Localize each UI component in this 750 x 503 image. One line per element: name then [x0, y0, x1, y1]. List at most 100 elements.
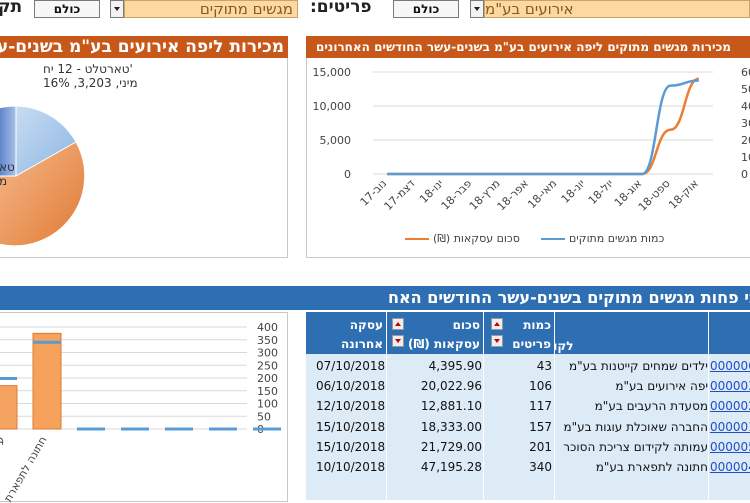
customer-code-link[interactable]: 000001: [710, 417, 750, 437]
x-tick: דצמ-17: [382, 177, 418, 213]
line-chart: 05,00010,00015,0000102030405060נוב-17דצמ…: [313, 66, 750, 214]
filter-bar: תק כולם מגשים מתוקים פריטים: כולם אירועי…: [0, 0, 750, 22]
x-tick: אוק-18: [666, 177, 701, 212]
legend-qty-swatch: [541, 237, 565, 240]
customer-name: ילדים שמחים קייטנות בע"מ: [568, 359, 708, 373]
y-tick: 300: [257, 347, 278, 360]
bar-qty-marker: [165, 427, 193, 431]
pie-chart-panel: טארטלט - 12 יח' מיני, 3,203, 16% טא מ: [0, 58, 288, 258]
col-sep: [708, 312, 709, 500]
y-tick: 200: [257, 372, 278, 385]
y-left-tick: 0: [344, 168, 351, 181]
last-deal-date: 06/10/2018: [316, 379, 386, 394]
customer-dropdown-button[interactable]: [470, 0, 484, 18]
x-tick: מאי-18: [525, 177, 559, 211]
customer-name: מסעדת הרעבים בע"מ: [594, 399, 708, 414]
x-tick: חתונה לתפארת: [2, 434, 50, 503]
y-right-tick: 50: [741, 83, 750, 96]
customer-name: החברה שאוכלת עוגות בע"מ: [563, 419, 708, 434]
sort-down-icon: [494, 339, 500, 343]
x-tick: ע: [0, 434, 8, 446]
header-last-deal: עסקה אחרונה: [306, 312, 387, 354]
bar-amount: [0, 385, 18, 430]
bar-qty-marker: [33, 340, 61, 344]
sort-qty-asc-button[interactable]: [491, 318, 503, 330]
y-tick: 100: [257, 398, 278, 411]
y-left-tick: 5,000: [320, 134, 352, 147]
sort-amount-asc-button[interactable]: [392, 318, 404, 330]
pie-panel-title: מכירות ליפה אירועים בע"מ בשנים-עש: [0, 36, 288, 58]
y-tick: 250: [257, 359, 278, 372]
sort-up-icon: [494, 322, 500, 326]
products-dropdown-button[interactable]: [110, 0, 124, 18]
deal-amount: 18,333.00: [420, 419, 482, 434]
all-items-button[interactable]: כולם: [34, 0, 100, 18]
last-deal-date: 10/10/2018: [316, 460, 386, 474]
bar-qty-marker: [253, 427, 281, 431]
col-sep: [554, 312, 555, 500]
customer-code-link[interactable]: 000004: [710, 457, 750, 477]
x-tick: ספט-18: [636, 177, 673, 214]
deal-amount: 12,881.10: [420, 399, 482, 414]
item-qty: 340: [529, 460, 552, 474]
bar-qty-marker: [0, 377, 17, 380]
deal-amount: 4,395.90: [428, 359, 482, 373]
line-chart-panel: 05,00010,00015,0000102030405060נוב-17דצמ…: [306, 58, 750, 258]
header-customer: לקוח: [545, 312, 750, 354]
item-qty: 43: [536, 359, 552, 373]
x-tick: אפר-18: [495, 177, 531, 213]
customer-name: חתונה לתפארת בע"מ: [595, 460, 708, 474]
bar-chart-panel: 050100150200250300350400חתונה לתפארתע: [0, 312, 288, 503]
deal-amount: 47,195.28: [420, 460, 482, 474]
y-right-tick: 20: [741, 134, 750, 147]
y-tick: 50: [257, 410, 271, 423]
sort-down-icon: [395, 339, 401, 343]
last-deal-date: 15/10/2018: [316, 439, 386, 454]
x-tick: יול-18: [586, 177, 616, 207]
legend-amount: סכום עסקאות (₪): [405, 232, 520, 245]
y-right-tick: 0: [741, 168, 748, 181]
chevron-down-icon: [114, 7, 120, 11]
legend-amount-swatch: [405, 237, 429, 240]
pie-label-1: טארטלט - 12 יח': [43, 62, 133, 76]
pie-label-2: מיני, 3,203, 16%: [43, 76, 138, 90]
customer-code-link[interactable]: 000006: [710, 356, 750, 376]
pie-label-4: מ: [0, 174, 8, 188]
last-deal-date: 15/10/2018: [316, 419, 386, 434]
y-left-tick: 10,000: [313, 100, 352, 113]
y-left-tick: 15,000: [313, 66, 352, 79]
y-right-tick: 30: [741, 117, 750, 130]
customer-name: עמותה לקידום צריכת הסוכר: [563, 439, 708, 454]
y-right-tick: 60: [741, 66, 750, 79]
deal-amount: 21,729.00: [420, 439, 482, 454]
customer-code-link[interactable]: 000003: [710, 376, 750, 396]
bar-qty-marker: [121, 427, 149, 431]
products-label: פריטים:: [310, 0, 372, 17]
bottom-panel-title: הלקוחות שהזמינו הכי פחות מגשים מתוקים בש…: [0, 286, 750, 310]
bar-amount: [32, 332, 62, 430]
bar-qty-marker: [209, 427, 237, 431]
col-sep: [386, 312, 387, 500]
y-right-tick: 10: [741, 151, 750, 164]
products-combo[interactable]: מגשים מתוקים: [124, 0, 298, 18]
item-qty: 201: [529, 439, 552, 454]
customer-code-link[interactable]: 000005: [710, 437, 750, 457]
item-qty: 117: [529, 399, 552, 414]
customer-name: יפה אירועים בע"מ: [615, 379, 708, 394]
pie-label-3: טא: [0, 160, 15, 174]
y-right-tick: 40: [741, 100, 750, 113]
y-tick: 150: [257, 385, 278, 398]
sort-amount-desc-button[interactable]: [392, 335, 404, 347]
legend-qty: כמות מגשים מתוקים: [541, 232, 664, 245]
line-panel-title: מכירות מגשים מתוקים ליפה אירועים בע"מ בש…: [306, 36, 750, 58]
series-line-0: [387, 77, 700, 176]
series-line-1: [387, 79, 699, 176]
sort-up-icon: [395, 322, 401, 326]
item-qty: 106: [529, 379, 552, 394]
customer-combo[interactable]: אירועים בע"מ: [484, 0, 750, 18]
chevron-down-icon: [474, 7, 480, 11]
all-products-button[interactable]: כולם: [393, 0, 459, 18]
bar-qty-marker: [77, 427, 105, 431]
sort-qty-desc-button[interactable]: [491, 335, 503, 347]
customer-code-link[interactable]: 000002: [710, 396, 750, 416]
